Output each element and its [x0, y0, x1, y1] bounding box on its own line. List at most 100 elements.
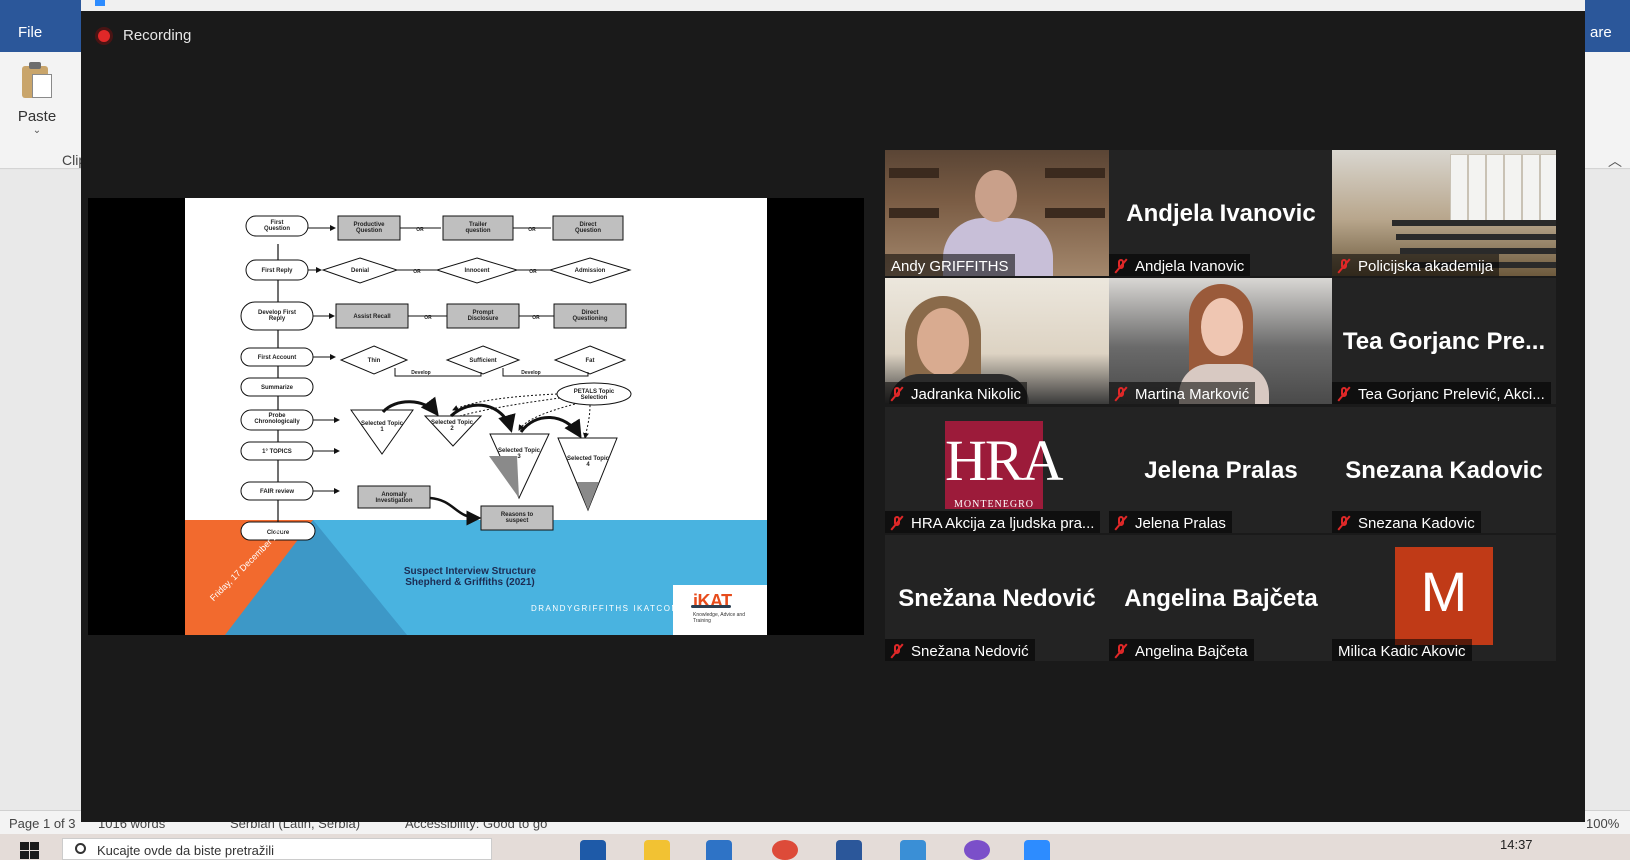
node-innocent: Innocent — [465, 268, 490, 274]
mail-icon[interactable] — [580, 840, 606, 860]
mic-muted-icon — [1114, 515, 1128, 531]
participant-name-label: Tea Gorjanc Prelević, Akci... — [1332, 382, 1551, 404]
participant-name-label: Policijska akademija — [1332, 254, 1500, 276]
participant-tile[interactable]: Jadranka Nikolic — [885, 278, 1109, 404]
windows-start-icon[interactable] — [20, 842, 40, 860]
participant-display-name: Snežana Nedović — [898, 585, 1096, 612]
record-icon — [98, 29, 110, 42]
participant-name-label: Jadranka Nikolic — [885, 382, 1028, 404]
taskbar-search-input[interactable]: Kucajte ovde da biste pretražili — [62, 838, 492, 860]
node-topics: 1° TOPICS — [262, 449, 292, 455]
participant-name: Andjela Ivanovic — [1135, 257, 1245, 275]
participant-tile[interactable]: Policijska akademija — [1332, 150, 1556, 276]
participant-tile[interactable]: Andjela Ivanovic Andjela Ivanovic — [1109, 150, 1333, 276]
chrome-icon[interactable] — [772, 840, 798, 860]
clipboard-icon — [20, 60, 54, 100]
logo-swoosh-icon — [691, 605, 731, 608]
participant-display-name: Snezana Kadovic — [1345, 457, 1543, 484]
participant-name: Tea Gorjanc Prelević, Akci... — [1358, 385, 1545, 403]
participant-tile[interactable]: M Milica Kadic Akovic — [1332, 535, 1556, 661]
taskbar-search-text: Kucajte ovde da biste pretražili — [97, 843, 275, 858]
mic-muted-icon — [1114, 258, 1128, 274]
participant-display-name: Angelina Bajčeta — [1124, 585, 1318, 612]
collapse-ribbon-icon[interactable]: ︿ — [1608, 151, 1622, 171]
node-develop-2: Develop — [521, 370, 540, 376]
participant-name-label: Milica Kadic Akovic — [1332, 639, 1472, 661]
or-label: OR — [413, 269, 421, 275]
participant-tile[interactable]: Tea Gorjanc Pre... Tea Gorjanc Prelević, … — [1332, 278, 1556, 404]
node-fat: Fat — [586, 358, 595, 364]
paste-label: Paste — [17, 108, 57, 125]
participant-name: Snežana Nedović — [911, 642, 1029, 660]
paste-button[interactable]: Paste ⌄ — [12, 60, 62, 136]
node-fair-review: FAIR review — [260, 489, 294, 495]
participant-display-name: Andjela Ivanovic — [1126, 200, 1316, 227]
participant-name: Milica Kadic Akovic — [1338, 642, 1466, 660]
chevron-down-icon[interactable]: ⌄ — [12, 125, 62, 136]
share-tab[interactable]: are — [1590, 24, 1630, 41]
recording-label: Recording — [123, 27, 192, 44]
hra-logo-text: HRA — [945, 428, 1063, 493]
or-label: OR — [532, 315, 540, 321]
word-icon[interactable] — [836, 840, 862, 860]
avatar: M — [1395, 547, 1493, 645]
participant-name: HRA Akcija za ljudska pra... — [911, 514, 1095, 532]
node-sufficient: Sufficient — [469, 358, 496, 364]
mic-muted-icon — [1114, 386, 1128, 402]
participant-tile[interactable]: Snežana Nedović Snežana Nedović — [885, 535, 1109, 661]
participant-name-label: Snezana Kadovic — [1332, 511, 1481, 533]
participant-tile[interactable]: Jelena Pralas Jelena Pralas — [1109, 407, 1333, 533]
avatar-initial: M — [1420, 560, 1468, 623]
slide-title-line1: Suspect Interview Structure — [403, 566, 537, 577]
mic-muted-icon — [890, 643, 904, 659]
participant-name: Martina Marković — [1135, 385, 1250, 403]
hra-logo-sub: MONTENEGRO — [954, 499, 1034, 510]
slide-title: Suspect Interview Structure Shepherd & G… — [380, 566, 560, 588]
participant-tile[interactable]: Andy GRIFFITHS — [885, 150, 1109, 276]
page-count[interactable]: Page 1 of 3 — [9, 816, 76, 831]
participant-name-label: Snežana Nedović — [885, 639, 1035, 661]
zoom-app-icon[interactable] — [1024, 840, 1050, 860]
or-label: OR — [529, 269, 537, 275]
participant-tile[interactable]: Angelina Bajčeta Angelina Bajčeta — [1109, 535, 1333, 661]
clock[interactable]: 14:37 — [1500, 837, 1533, 852]
zoom-title-bar — [81, 0, 1585, 11]
file-tab[interactable]: File — [18, 24, 42, 41]
node-admission: Admission — [575, 268, 606, 274]
participant-tile[interactable]: HRA MONTENEGRO HRA Akcija za ljudska pra..… — [885, 407, 1109, 533]
node-first-reply: First Reply — [261, 268, 293, 274]
or-label: OR — [424, 315, 432, 321]
participant-name-label: Martina Marković — [1109, 382, 1256, 404]
participant-name: Policijska akademija — [1358, 257, 1494, 275]
participant-name: Jadranka Nikolic — [911, 385, 1022, 403]
ikat-tagline: Knowledge, Advice and Training — [693, 612, 745, 624]
node-assist-recall: Assist Recall — [353, 314, 391, 320]
recording-indicator[interactable]: Recording — [98, 27, 191, 44]
participant-display-name: Tea Gorjanc Pre... — [1342, 328, 1546, 355]
participant-display-name: Jelena Pralas — [1144, 457, 1298, 484]
participant-name-label: Andjela Ivanovic — [1109, 254, 1251, 276]
participant-name-label: Angelina Bajčeta — [1109, 639, 1254, 661]
node-productive-question: Productive Question — [353, 222, 385, 234]
folder-icon[interactable] — [644, 840, 670, 860]
shared-screen[interactable]: First Question Productive Question Trailer… — [88, 198, 864, 635]
participant-name-label: HRA Akcija za ljudska pra... — [885, 511, 1101, 533]
mic-muted-icon — [1337, 258, 1351, 274]
mic-muted-icon — [1114, 643, 1128, 659]
participant-tile[interactable]: Martina Marković — [1109, 278, 1333, 404]
zoom-level[interactable]: 100% — [1586, 816, 1619, 831]
store-icon[interactable] — [706, 840, 732, 860]
viber-icon[interactable] — [964, 840, 990, 860]
mic-muted-icon — [890, 386, 904, 402]
node-denial: Denial — [351, 268, 369, 274]
or-label: OR — [416, 227, 424, 233]
search-icon — [75, 843, 86, 854]
app-icon[interactable] — [900, 840, 926, 860]
zoom-meeting-window: Recording First Question Productive Ques… — [81, 0, 1585, 822]
slide-url: DRANDYGRIFFITHS IKATCONSU — [531, 604, 679, 613]
ikat-logo-text: iKAT — [693, 591, 732, 611]
or-label: OR — [528, 227, 536, 233]
participant-tile[interactable]: Snezana Kadovic Snezana Kadovic — [1332, 407, 1556, 533]
mic-muted-icon — [1337, 386, 1351, 402]
participant-name-label: Andy GRIFFITHS — [885, 254, 1015, 276]
